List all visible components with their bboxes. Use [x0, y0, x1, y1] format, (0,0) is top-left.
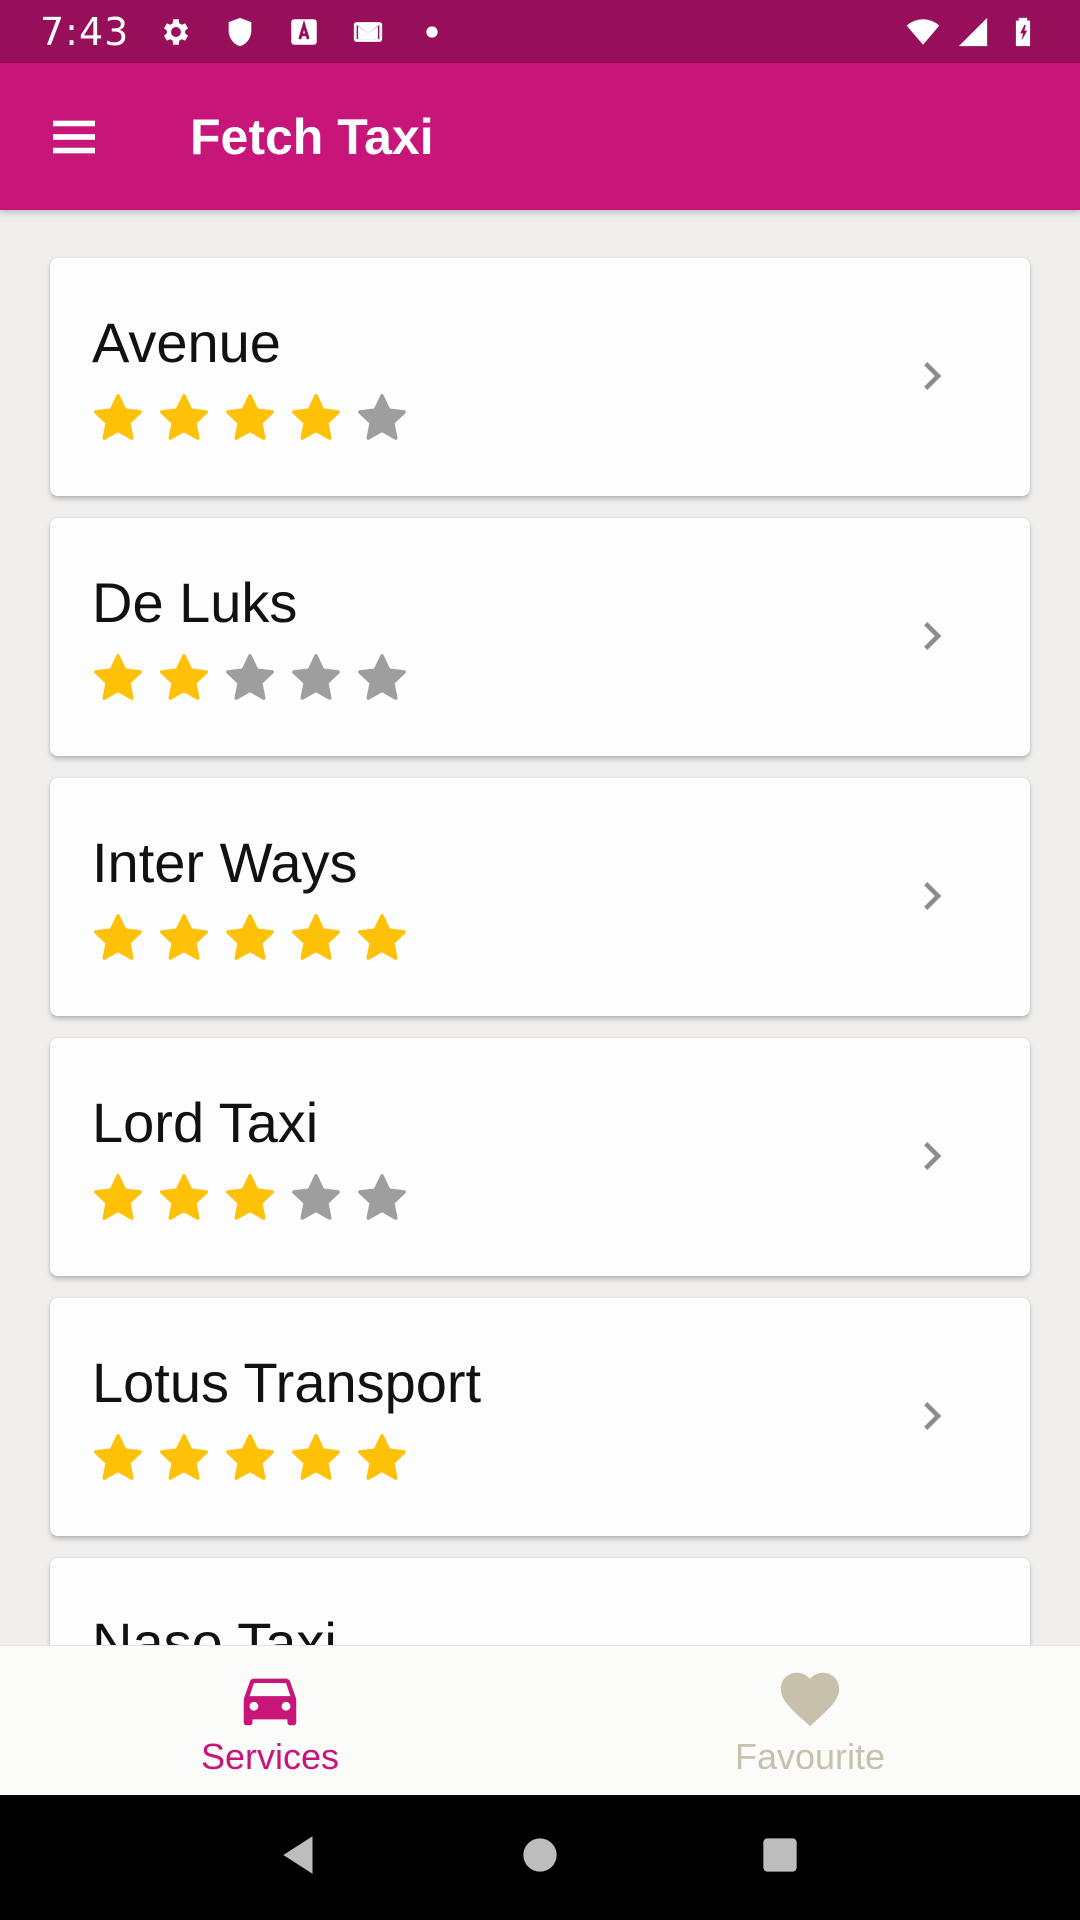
- star-filled-icon: [156, 1170, 212, 1226]
- taxi-name: Naso Taxi: [92, 1611, 337, 1645]
- page-title: Fetch Taxi: [190, 108, 434, 165]
- star-empty-icon: [354, 1170, 410, 1226]
- star-empty-icon: [222, 650, 278, 706]
- star-filled-icon: [288, 910, 344, 966]
- taxi-card[interactable]: Lotus Transport: [50, 1298, 1030, 1536]
- tab-services-label: Services: [200, 1735, 340, 1777]
- star-filled-icon: [156, 910, 212, 966]
- taxi-card[interactable]: Naso Taxi: [50, 1558, 1030, 1645]
- star-filled-icon: [222, 390, 278, 446]
- star-filled-icon: [90, 910, 146, 966]
- gear-icon: [159, 15, 193, 49]
- back-icon[interactable]: [275, 1830, 325, 1885]
- taxi-name: Lord Taxi: [92, 1091, 319, 1154]
- chevron-right-icon: [904, 348, 960, 404]
- rating-stars: [90, 910, 410, 966]
- status-time: 7:43: [40, 9, 130, 54]
- taxi-name: De Luks: [92, 571, 298, 634]
- star-empty-icon: [288, 1170, 344, 1226]
- chevron-right-icon: [904, 868, 960, 924]
- car-icon: [235, 1664, 305, 1734]
- chevron-right-icon: [904, 608, 960, 664]
- battery-icon: [1006, 15, 1040, 49]
- taxi-list[interactable]: Avenue De Luks Inter Ways Lord Taxi Lotus Tr…: [0, 210, 1080, 1645]
- app-bar: Fetch Taxi: [0, 63, 1080, 210]
- taxi-card[interactable]: De Luks: [50, 518, 1030, 756]
- star-filled-icon: [90, 1430, 146, 1486]
- taxi-name: Lotus Transport: [92, 1351, 482, 1414]
- star-empty-icon: [354, 390, 410, 446]
- star-empty-icon: [354, 650, 410, 706]
- gmail-icon: [351, 15, 385, 49]
- star-filled-icon: [156, 650, 212, 706]
- rating-stars: [90, 1170, 410, 1226]
- shield-icon: [223, 15, 257, 49]
- hamburger-menu-icon[interactable]: [44, 107, 104, 167]
- status-bar: 7:43: [0, 0, 1080, 63]
- star-filled-icon: [222, 1170, 278, 1226]
- chevron-right-icon: [904, 1388, 960, 1444]
- star-filled-icon: [354, 1430, 410, 1486]
- star-filled-icon: [90, 1170, 146, 1226]
- star-filled-icon: [90, 390, 146, 446]
- taxi-card[interactable]: Inter Ways: [50, 778, 1030, 1016]
- star-empty-icon: [288, 650, 344, 706]
- tab-favourite-label: Favourite: [734, 1735, 886, 1777]
- tab-favourite[interactable]: Favourite: [540, 1646, 1080, 1795]
- signal-icon: [956, 15, 990, 49]
- taxi-name: Inter Ways: [92, 831, 358, 894]
- chevron-right-icon: [904, 1128, 960, 1184]
- rating-stars: [90, 390, 410, 446]
- heart-icon: [775, 1664, 845, 1734]
- star-filled-icon: [156, 390, 212, 446]
- dot-icon: [415, 15, 449, 49]
- tab-services[interactable]: Services: [0, 1646, 540, 1795]
- font-a-icon: [287, 15, 321, 49]
- taxi-card[interactable]: Lord Taxi: [50, 1038, 1030, 1276]
- star-filled-icon: [288, 390, 344, 446]
- rating-stars: [90, 650, 410, 706]
- rating-stars: [90, 1430, 410, 1486]
- home-icon[interactable]: [515, 1830, 565, 1885]
- system-navigation-bar: [0, 1795, 1080, 1920]
- wifi-icon: [906, 15, 940, 49]
- star-filled-icon: [354, 910, 410, 966]
- star-filled-icon: [288, 1430, 344, 1486]
- star-filled-icon: [156, 1430, 212, 1486]
- bottom-navigation: Services Favourite: [0, 1645, 1080, 1795]
- taxi-card[interactable]: Avenue: [50, 258, 1030, 496]
- star-filled-icon: [222, 1430, 278, 1486]
- star-filled-icon: [90, 650, 146, 706]
- taxi-name: Avenue: [92, 311, 281, 374]
- recents-icon[interactable]: [755, 1830, 805, 1885]
- star-filled-icon: [222, 910, 278, 966]
